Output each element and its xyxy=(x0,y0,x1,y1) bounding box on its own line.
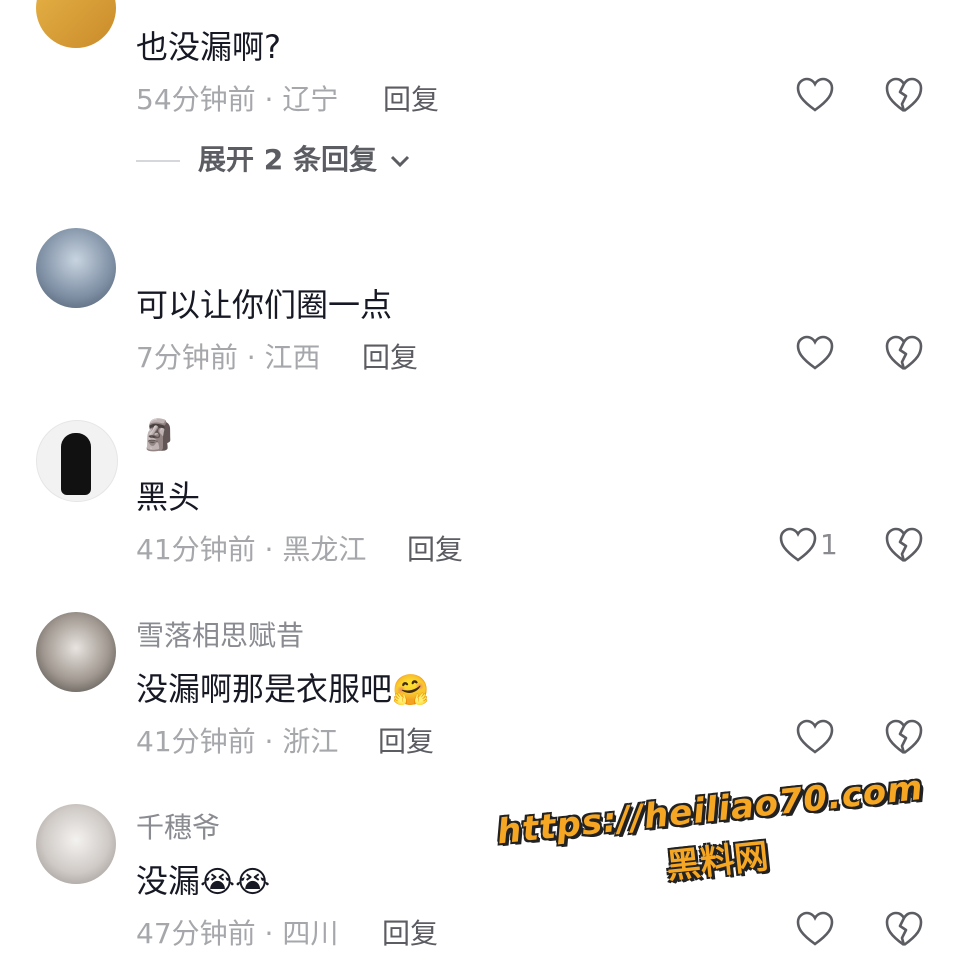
comment-meta: 54分钟前 · 辽宁 xyxy=(136,83,339,116)
reply-button[interactable]: 回复 xyxy=(378,720,434,760)
dislike-button[interactable] xyxy=(884,910,924,948)
dislike-button[interactable] xyxy=(884,76,924,114)
crying-emoji: 😭😭 xyxy=(200,865,271,900)
comment-meta: 47分钟前 · 四川 xyxy=(136,917,339,950)
comment-text: 没漏啊那是衣服吧🤗 xyxy=(136,664,429,710)
like-button[interactable] xyxy=(779,527,817,563)
avatar[interactable] xyxy=(36,228,116,308)
user-badge: 🗿 xyxy=(140,418,178,453)
reply-button[interactable]: 回复 xyxy=(382,912,438,952)
comment-text: 也没漏啊? xyxy=(136,28,281,66)
heart-icon xyxy=(796,719,834,754)
avatar[interactable] xyxy=(36,420,118,502)
reply-button[interactable]: 回复 xyxy=(407,528,463,568)
chevron-down-icon xyxy=(390,155,409,168)
username[interactable]: 千穗爷 xyxy=(136,806,220,846)
avatar-figure xyxy=(61,433,91,495)
username[interactable]: 雪落相思赋昔 xyxy=(136,614,304,654)
comment-text-body: 没漏 xyxy=(136,862,201,900)
reply-button[interactable]: 回复 xyxy=(383,78,439,118)
broken-heart-icon xyxy=(885,77,923,113)
broken-heart-icon xyxy=(885,719,923,755)
broken-heart-icon xyxy=(885,527,923,563)
comment-meta: 7分钟前 · 江西 xyxy=(136,341,321,374)
like-count: 1 xyxy=(820,528,838,561)
watermark: https://heiliao70.com 黑料网 xyxy=(495,768,925,927)
dislike-button[interactable] xyxy=(884,526,924,564)
divider xyxy=(136,160,180,162)
avatar[interactable] xyxy=(36,612,116,692)
comment-text: 没漏😭😭 xyxy=(136,856,270,902)
like-button[interactable] xyxy=(796,911,834,947)
expand-replies-label: 展开 2 条回复 xyxy=(198,143,377,176)
expand-replies-button[interactable]: 展开 2 条回复 xyxy=(136,138,411,178)
comment-text-body: 没漏啊那是衣服吧 xyxy=(136,670,393,708)
comment-meta: 41分钟前 · 黑龙江 xyxy=(136,533,367,566)
comment-meta: 41分钟前 · 浙江 xyxy=(136,725,339,758)
avatar[interactable] xyxy=(36,804,116,884)
heart-icon xyxy=(796,335,834,370)
broken-heart-icon xyxy=(885,335,923,371)
reply-button[interactable]: 回复 xyxy=(362,336,418,376)
dislike-button[interactable] xyxy=(884,718,924,756)
avatar[interactable] xyxy=(36,0,116,48)
comment-text: 黑头 xyxy=(136,478,201,516)
like-button[interactable] xyxy=(796,719,834,755)
comment-text: 可以让你们圈一点 xyxy=(136,286,393,324)
like-button[interactable] xyxy=(796,335,834,371)
heart-icon xyxy=(779,527,817,562)
heart-icon xyxy=(796,77,834,112)
hug-emoji: 🤗 xyxy=(392,673,430,708)
like-button[interactable] xyxy=(796,77,834,113)
broken-heart-icon xyxy=(885,911,923,947)
heart-icon xyxy=(796,911,834,946)
dislike-button[interactable] xyxy=(884,334,924,372)
